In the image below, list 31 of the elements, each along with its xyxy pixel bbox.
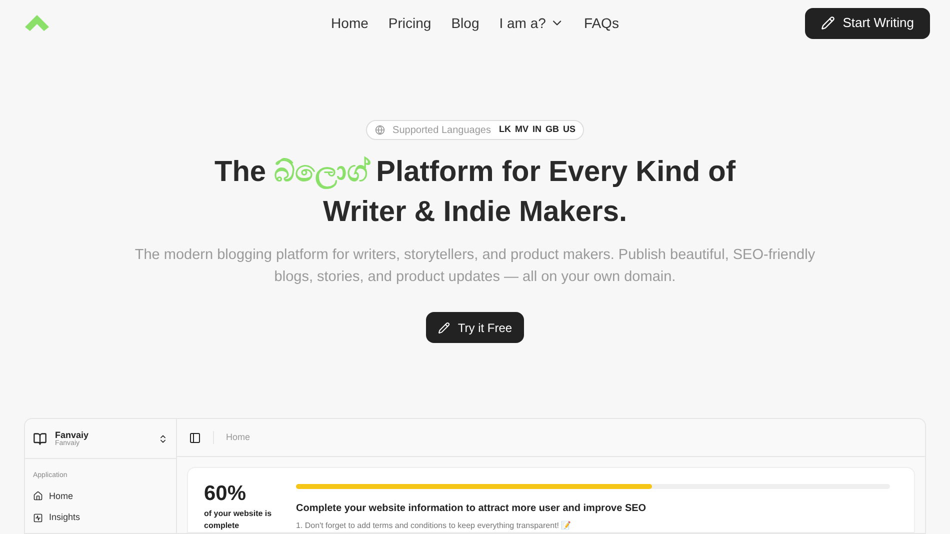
language-code: MV bbox=[514, 123, 528, 136]
progress-percent: 60% bbox=[204, 481, 248, 507]
chart-icon bbox=[33, 512, 43, 523]
workspace-name: Fanvaiy bbox=[55, 430, 90, 440]
progress-tip: 1. Don't forget to add terms and conditions to keep everything transparent! 📝 bbox=[296, 520, 572, 532]
try-free-button[interactable]: Try it Free bbox=[426, 312, 524, 343]
languages-label: Supported Languages bbox=[392, 124, 491, 138]
language-code: IN bbox=[532, 123, 542, 136]
language-code: US bbox=[562, 123, 576, 136]
book-icon bbox=[33, 432, 47, 446]
progress-heading: Complete your website information to attract more user and improve SEO bbox=[296, 502, 648, 516]
nav-link[interactable]: Blog bbox=[451, 12, 480, 34]
nav-link[interactable]: FAQs bbox=[584, 12, 619, 34]
sidebar-item[interactable]: Home bbox=[25, 490, 176, 503]
globe-icon bbox=[374, 125, 385, 135]
hero-title: The බ්ලොග් Platform for Every Kind of Writer & Indie Makers. bbox=[213, 155, 737, 230]
sidebar-toggle-icon[interactable] bbox=[189, 432, 201, 444]
language-code: GB bbox=[545, 123, 559, 136]
nav-link[interactable]: I am a? bbox=[499, 12, 564, 34]
breadcrumb: Home bbox=[213, 430, 250, 444]
progress-caption: of your website is complete bbox=[204, 508, 273, 532]
pencil-icon bbox=[438, 322, 450, 334]
language-code: LK bbox=[498, 123, 511, 136]
hero-subtitle: The modern blogging platform for writers, storytellers, and product makers. Publish beautiful, SEO-friendly blogs, stories, and product updates — all on your own domain. bbox=[134, 246, 816, 287]
home-icon bbox=[33, 491, 43, 502]
pencil-icon bbox=[820, 16, 835, 30]
chevrons-icon[interactable] bbox=[158, 434, 168, 444]
nav-link[interactable]: Pricing bbox=[388, 12, 432, 34]
start-writing-button[interactable]: Start Writing bbox=[804, 8, 930, 38]
sidebar-item[interactable]: Insights bbox=[25, 511, 176, 524]
nav-link[interactable]: Home bbox=[331, 12, 368, 34]
